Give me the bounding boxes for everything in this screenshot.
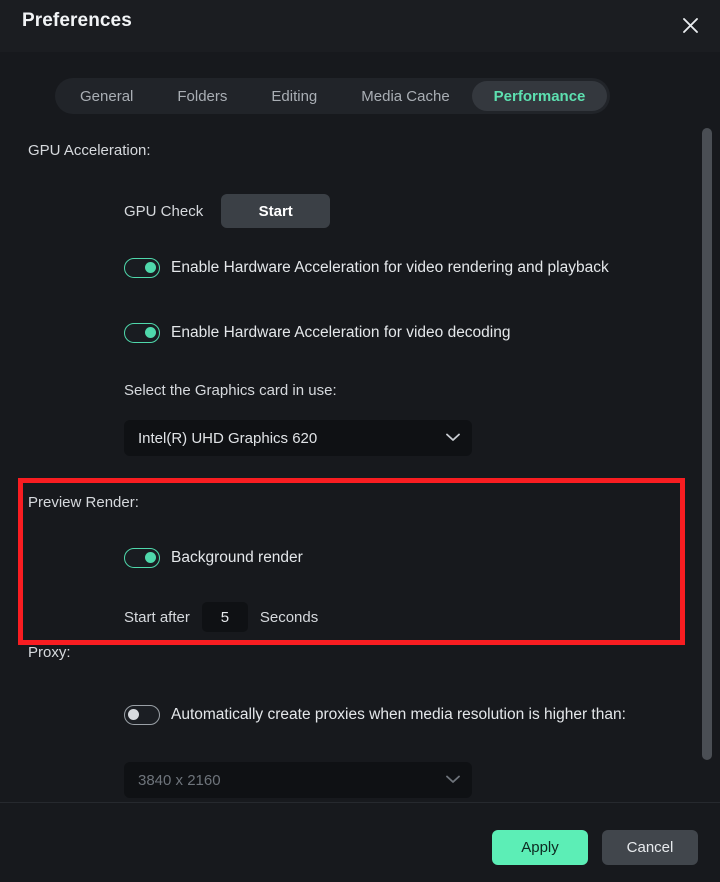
- proxy-heading: Proxy:: [28, 644, 71, 661]
- toggle-knob: [145, 552, 156, 563]
- apply-button[interactable]: Apply: [492, 830, 588, 865]
- graphics-card-value: Intel(R) UHD Graphics 620: [138, 429, 318, 447]
- gpu-check-start-button[interactable]: Start: [221, 194, 331, 228]
- proxy-resolution-value: 3840 x 2160: [138, 771, 221, 789]
- toggle-label-background-render: Background render: [171, 549, 303, 566]
- tab-media-cache[interactable]: Media Cache: [339, 81, 471, 111]
- tab-bar-wrapper: General Folders Editing Media Cache Perf…: [0, 78, 720, 118]
- proxy-resolution-select[interactable]: 3840 x 2160: [124, 762, 472, 798]
- seconds-label: Seconds: [259, 608, 319, 626]
- tab-general[interactable]: General: [58, 81, 155, 111]
- toggle-row-background-render: Background render: [124, 548, 303, 568]
- graphics-card-select[interactable]: Intel(R) UHD Graphics 620: [124, 420, 472, 456]
- toggle-knob: [145, 327, 156, 338]
- title-bar: Preferences: [0, 0, 720, 52]
- start-after-row: Start after Seconds: [124, 602, 318, 632]
- preferences-content: GPU Acceleration: GPU Check Start Enable…: [0, 124, 720, 802]
- close-icon[interactable]: [672, 8, 708, 42]
- toggle-row-hw-accel-decoding: Enable Hardware Acceleration for video d…: [124, 323, 511, 343]
- scrollbar-thumb[interactable]: [702, 128, 712, 760]
- toggle-knob: [145, 262, 156, 273]
- tab-folders[interactable]: Folders: [155, 81, 249, 111]
- footer-buttons: Apply Cancel: [492, 830, 698, 865]
- toggle-label-hw-accel-rendering: Enable Hardware Acceleration for video r…: [171, 259, 609, 276]
- gpu-check-row: GPU Check Start: [124, 194, 331, 228]
- preferences-dialog: Preferences General Folders Editing Medi…: [0, 0, 720, 882]
- start-after-label: Start after: [124, 608, 190, 626]
- chevron-down-icon: [446, 771, 460, 789]
- graphics-card-label: Select the Graphics card in use:: [124, 382, 337, 399]
- toggle-label-hw-accel-decoding: Enable Hardware Acceleration for video d…: [171, 324, 511, 341]
- toggle-row-hw-accel-rendering: Enable Hardware Acceleration for video r…: [124, 258, 609, 278]
- toggle-auto-proxy[interactable]: [124, 705, 160, 725]
- tab-editing[interactable]: Editing: [249, 81, 339, 111]
- footer-divider: [0, 802, 720, 803]
- toggle-row-auto-proxy: Automatically create proxies when media …: [124, 705, 626, 725]
- toggle-hw-accel-decoding[interactable]: [124, 323, 160, 343]
- page-title: Preferences: [22, 10, 132, 31]
- gpu-check-label: GPU Check: [124, 202, 204, 220]
- gpu-acceleration-heading: GPU Acceleration:: [28, 142, 151, 159]
- toggle-background-render[interactable]: [124, 548, 160, 568]
- toggle-label-auto-proxy: Automatically create proxies when media …: [171, 706, 626, 723]
- preview-render-heading: Preview Render:: [28, 494, 139, 511]
- start-after-input[interactable]: [201, 602, 248, 632]
- chevron-down-icon: [446, 429, 460, 447]
- toggle-knob: [128, 709, 139, 720]
- tab-bar: General Folders Editing Media Cache Perf…: [55, 78, 611, 114]
- dialog-footer: Apply Cancel: [0, 802, 720, 882]
- cancel-button[interactable]: Cancel: [602, 830, 698, 865]
- tab-performance[interactable]: Performance: [471, 81, 608, 111]
- toggle-hw-accel-rendering[interactable]: [124, 258, 160, 278]
